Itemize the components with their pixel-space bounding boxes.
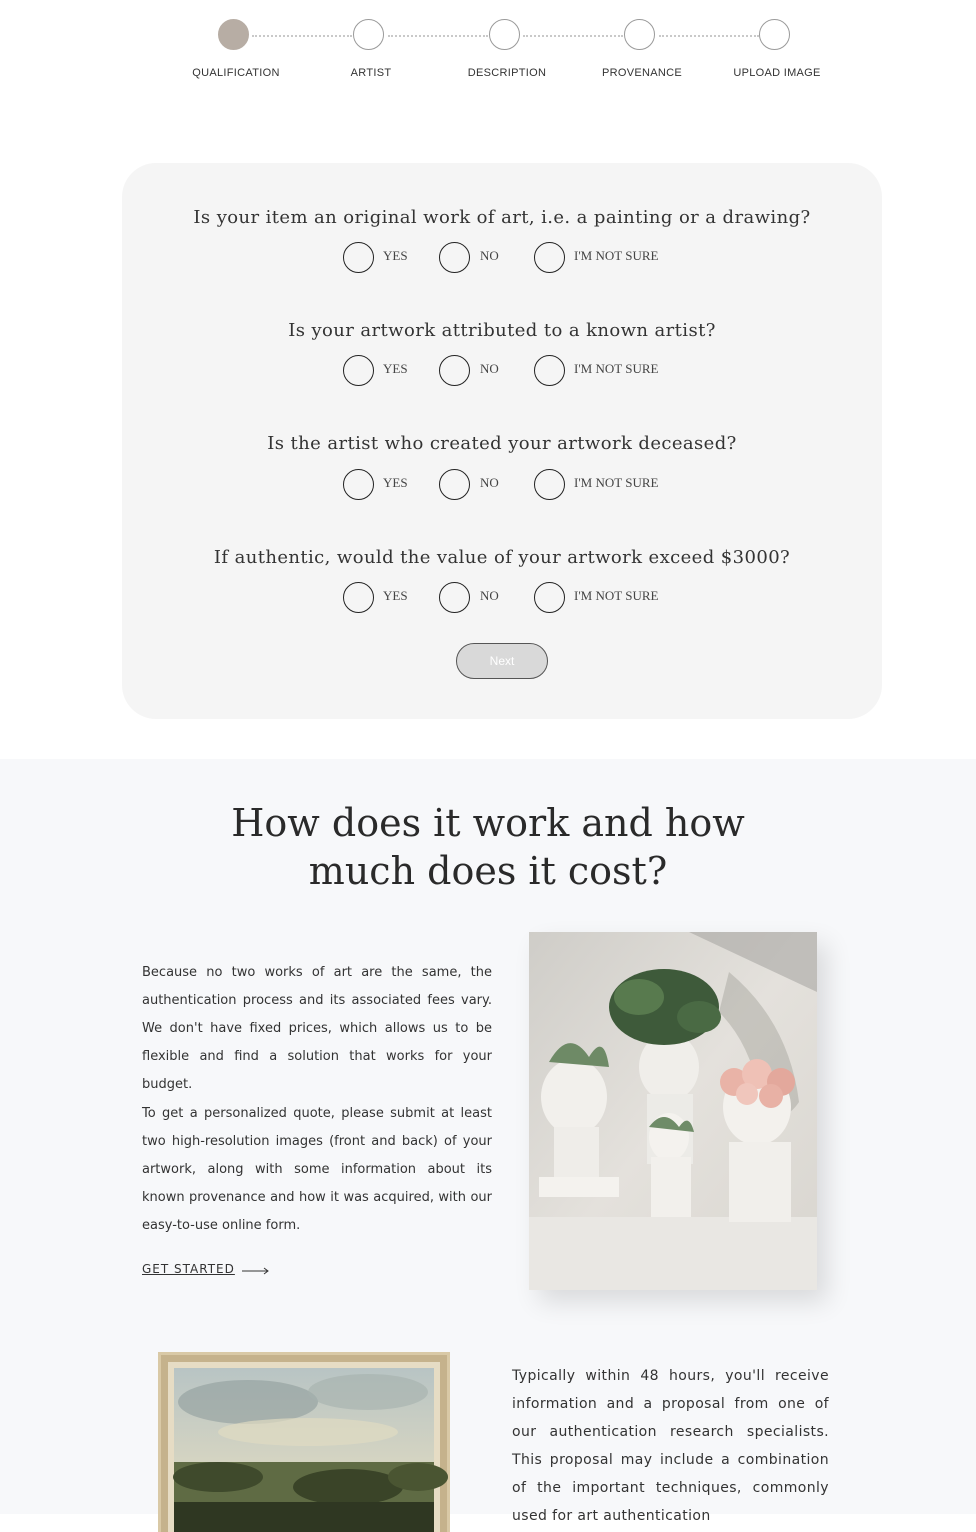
step-artist-indicator[interactable] (353, 19, 384, 50)
get-started-link[interactable]: GET STARTED (142, 1262, 235, 1276)
step-qualification-label: QUALIFICATION (192, 67, 280, 79)
section-title: How does it work and how much does it co… (231, 801, 745, 893)
landscape-painting-image (158, 1352, 450, 1532)
arrow-right-icon (242, 1267, 269, 1275)
option-not-sure-label: I'M NOT SURE (574, 475, 659, 490)
question-artist-deceased-options: YES NO I'M NOT SURE (122, 469, 882, 501)
step-connector (388, 35, 488, 37)
question-known-artist: Is your artwork attributed to a known ar… (288, 320, 716, 341)
radio-not-sure[interactable] (534, 355, 565, 386)
option-yes-label: YES (383, 475, 408, 490)
question-known-artist-options: YES NO I'M NOT SURE (122, 355, 882, 387)
question-artist-deceased: Is the artist who created your artwork d… (267, 433, 737, 454)
next-button[interactable]: Next (456, 643, 548, 679)
step-description-indicator[interactable] (489, 19, 520, 50)
quote-paragraph: To get a personalized quote, please subm… (142, 1106, 492, 1233)
radio-no[interactable] (439, 469, 470, 500)
question-original-work-options: YES NO I'M NOT SURE (122, 242, 882, 274)
step-upload-image-indicator[interactable] (759, 19, 790, 50)
process-paragraph: Typically within 48 hours, you'll receiv… (512, 1368, 829, 1524)
step-description-label: DESCRIPTION (467, 67, 547, 79)
option-yes-label: YES (383, 248, 408, 263)
progress-stepper: QUALIFICATION ARTIST DESCRIPTION PROVENA… (0, 0, 976, 100)
step-upload-image-label: UPLOAD IMAGE (733, 67, 821, 79)
question-value-exceed: If authentic, would the value of your ar… (213, 547, 791, 568)
radio-not-sure[interactable] (534, 469, 565, 500)
radio-no[interactable] (439, 355, 470, 386)
option-yes-label: YES (383, 588, 408, 603)
step-artist-label: ARTIST (350, 67, 392, 79)
step-connector (252, 35, 352, 37)
pricing-info-section: How does it work and how much does it co… (0, 759, 976, 1532)
radio-yes[interactable] (343, 582, 374, 613)
question-original-work: Is your item an original work of art, i.… (193, 207, 811, 228)
step-provenance-label: PROVENANCE (601, 67, 683, 79)
step-connector (523, 35, 623, 37)
option-no-label: NO (480, 361, 499, 376)
radio-no[interactable] (439, 242, 470, 273)
option-not-sure-label: I'M NOT SURE (574, 588, 659, 603)
option-not-sure-label: I'M NOT SURE (574, 361, 659, 376)
step-provenance-indicator[interactable] (624, 19, 655, 50)
qualification-form: Is your item an original work of art, i.… (122, 163, 882, 719)
option-no-label: NO (480, 475, 499, 490)
radio-yes[interactable] (343, 469, 374, 500)
option-yes-label: YES (383, 361, 408, 376)
pricing-paragraph: Because no two works of art are the same… (142, 965, 492, 1092)
option-no-label: NO (480, 248, 499, 263)
radio-not-sure[interactable] (534, 242, 565, 273)
radio-yes[interactable] (343, 355, 374, 386)
step-connector (659, 35, 759, 37)
radio-not-sure[interactable] (534, 582, 565, 613)
question-value-exceed-options: YES NO I'M NOT SURE (122, 582, 882, 614)
busts-with-plants-image (529, 932, 817, 1290)
option-not-sure-label: I'M NOT SURE (574, 248, 659, 263)
option-no-label: NO (480, 588, 499, 603)
radio-no[interactable] (439, 582, 470, 613)
step-qualification-indicator[interactable] (218, 19, 249, 50)
radio-yes[interactable] (343, 242, 374, 273)
